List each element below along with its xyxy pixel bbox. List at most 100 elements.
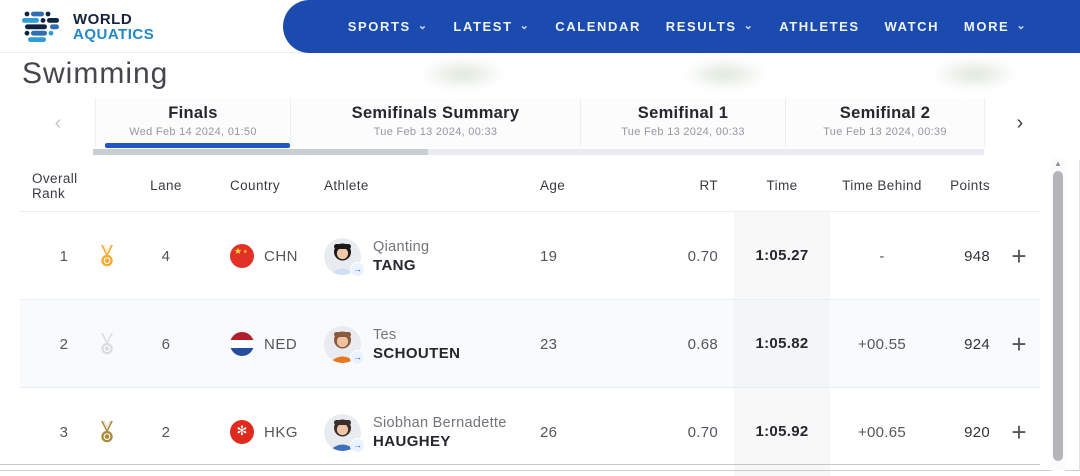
tab-date: Tue Feb 13 2024, 00:33 [621, 126, 745, 138]
main-navbar: SPORTS ⌄ LATEST ⌄ CALENDAR RESULTS ⌄ ATH… [283, 0, 1080, 53]
table-row[interactable]: 2 6 NED → Tes SCHOUTEN 23 0.68 1:05.82 +… [20, 299, 1040, 387]
column-header-overall-rank: Overall Rank [32, 170, 78, 201]
athlete-last-name: TANG [373, 256, 416, 274]
scrollbar-thumb[interactable] [1053, 171, 1063, 461]
athlete-avatar[interactable]: → [324, 325, 365, 365]
gold-medal-icon [101, 244, 113, 267]
nav-item-sports[interactable]: SPORTS ⌄ [348, 19, 429, 34]
lane-value: 2 [161, 423, 171, 441]
column-header-time-behind: Time Behind [842, 178, 922, 193]
tab-date: Tue Feb 13 2024, 00:39 [823, 126, 947, 138]
age-value: 26 [540, 423, 558, 441]
table-row[interactable]: 1 4 CHN → [20, 211, 1040, 300]
tabs-horizontal-scrollbar[interactable] [93, 149, 984, 155]
expand-cell: + [998, 331, 1040, 358]
session-tabs: Finals Wed Feb 14 2024, 01:50 Semifinals… [95, 98, 985, 147]
table-header-row: Overall Rank Lane Country Athlete Age RT… [20, 160, 1040, 211]
nav-label-latest: LATEST [453, 19, 513, 34]
nav-item-more[interactable]: MORE ⌄ [964, 19, 1027, 34]
table-vertical-scrollbar[interactable]: ▲ [1051, 158, 1065, 471]
results-table: Overall Rank Lane Country Athlete Age RT… [0, 160, 1040, 476]
time-behind-value: +00.65 [857, 423, 907, 441]
page-title: Swimming [22, 57, 169, 90]
medal-cell [96, 332, 140, 356]
country-cell: CHN [192, 244, 298, 268]
flag-hkg-icon [230, 420, 254, 444]
tab-label: Semifinals Summary [351, 104, 520, 122]
tab-label: Finals [168, 104, 218, 122]
chevron-down-icon: ⌄ [417, 20, 429, 32]
column-header-age: Age [540, 178, 566, 193]
rt-value: 0.70 [687, 423, 718, 441]
world-aquatics-logo[interactable]: WORLD AQUATICS [20, 7, 154, 47]
blurred-placeholder [932, 59, 1018, 89]
tab-semifinals-summary[interactable]: Semifinals Summary Tue Feb 13 2024, 00:3… [290, 98, 580, 147]
rt-value: 0.68 [687, 335, 718, 353]
country-cell: HKG [192, 420, 298, 444]
chevron-left-icon: ‹ [54, 111, 62, 134]
expand-row-button[interactable]: + [1011, 331, 1026, 357]
expand-row-button[interactable]: + [1011, 243, 1026, 269]
tab-semifinal-1[interactable]: Semifinal 1 Tue Feb 13 2024, 00:33 [580, 98, 785, 147]
flag-ned-icon [230, 332, 254, 356]
tabs-scrollbar-thumb[interactable] [93, 149, 428, 155]
medal-cell [96, 244, 140, 268]
world-aquatics-logo-icon [22, 11, 59, 42]
points-value: 920 [964, 423, 990, 441]
tabs-scroll-left-button[interactable]: ‹ [44, 108, 72, 138]
rank-value: 2 [59, 335, 69, 353]
tab-finals[interactable]: Finals Wed Feb 14 2024, 01:50 [95, 98, 290, 147]
active-tab-indicator [105, 143, 290, 148]
blurred-placeholder [682, 59, 768, 89]
nav-label-results: RESULTS [665, 19, 737, 34]
top-header: WORLD AQUATICS SPORTS ⌄ LATEST ⌄ CALENDA… [0, 0, 1080, 53]
world-aquatics-wordmark: WORLD AQUATICS [73, 10, 154, 42]
athlete-name: Tes SCHOUTEN [373, 327, 460, 362]
expand-cell: + [998, 419, 1040, 446]
country-cell: NED [192, 332, 297, 356]
points-value: 948 [964, 247, 990, 265]
nav-item-results[interactable]: RESULTS ⌄ [666, 19, 755, 34]
flag-chn-icon [230, 244, 254, 268]
rank-value: 1 [59, 247, 69, 265]
rank-value: 3 [59, 423, 69, 441]
tabs-scroll-right-button[interactable]: › [1006, 108, 1034, 138]
table-row[interactable]: 3 2 HKG → [20, 387, 1040, 476]
athlete-last-name: SCHOUTEN [373, 344, 461, 362]
athlete-avatar[interactable]: → [324, 237, 365, 277]
time-behind-value: +00.55 [857, 335, 907, 353]
brand-line1: WORLD [73, 10, 133, 28]
athlete-name: Siobhan Bernadette HAUGHEY [373, 415, 507, 450]
silver-medal-icon [101, 332, 113, 355]
column-header-rt: RT [699, 178, 718, 193]
athlete-first-name: Siobhan Bernadette [373, 414, 507, 431]
column-header-points: Points [950, 178, 990, 193]
athlete-cell[interactable]: → Tes SCHOUTEN [288, 325, 524, 365]
nav-item-athletes[interactable]: ATHLETES [779, 19, 859, 34]
column-header-athlete: Athlete [324, 178, 369, 193]
tab-label: Semifinal 2 [839, 104, 931, 122]
nav-label-watch: WATCH [884, 19, 940, 34]
expand-row-button[interactable]: + [1011, 419, 1026, 445]
medal-cell [96, 420, 140, 444]
athlete-cell[interactable]: → Qianting TANG [288, 237, 524, 277]
tab-semifinal-2[interactable]: Semifinal 2 Tue Feb 13 2024, 00:39 [785, 98, 985, 147]
nav-item-watch[interactable]: WATCH [884, 19, 939, 34]
points-value: 924 [964, 335, 990, 353]
lane-value: 4 [161, 247, 171, 265]
athlete-profile-arrow-icon: → [350, 261, 365, 277]
time-value: 1:05.27 [734, 212, 830, 300]
nav-item-calendar[interactable]: CALENDAR [555, 19, 641, 34]
expand-cell: + [998, 243, 1040, 270]
time-value: 1:05.82 [734, 300, 830, 388]
lane-value: 6 [161, 335, 171, 353]
athlete-cell[interactable]: → Siobhan Bernadette HAUGHEY [288, 413, 524, 453]
age-value: 23 [540, 335, 558, 353]
nav-label-calendar: CALENDAR [555, 19, 641, 34]
chevron-down-icon: ⌄ [743, 20, 755, 32]
athlete-profile-arrow-icon: → [350, 437, 365, 453]
athlete-avatar[interactable]: → [324, 413, 365, 453]
scrollbar-up-arrow-icon[interactable]: ▲ [1051, 158, 1065, 170]
nav-item-latest[interactable]: LATEST ⌄ [453, 19, 530, 34]
chevron-down-icon: ⌄ [1016, 20, 1028, 32]
